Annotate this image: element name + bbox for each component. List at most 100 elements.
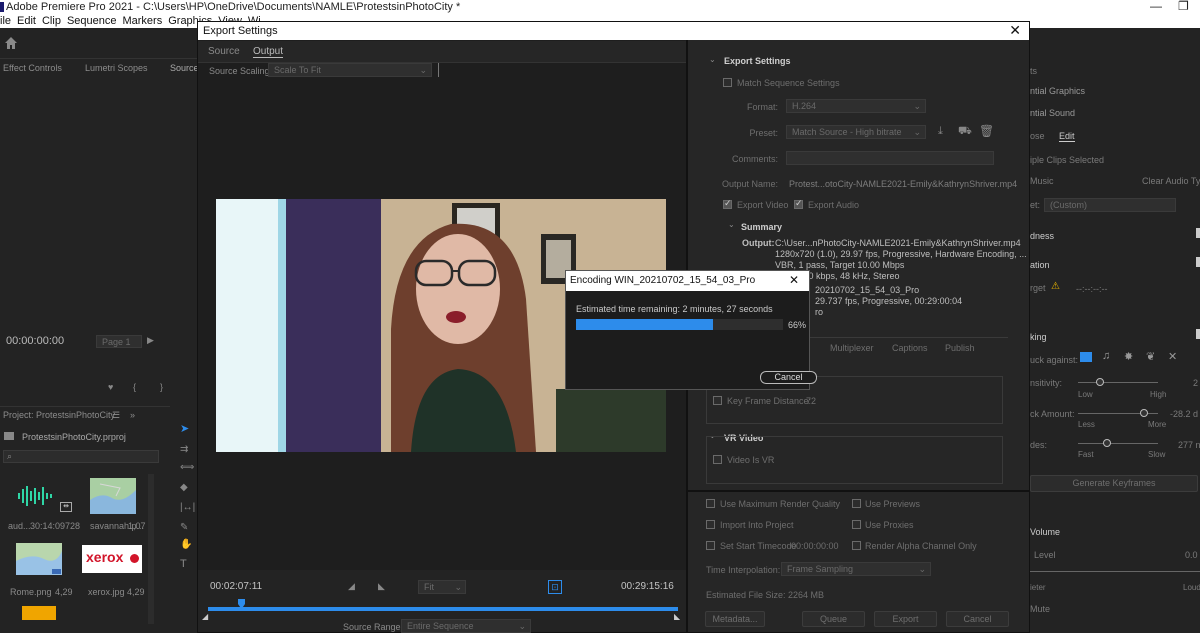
project-search-input[interactable]: ⌕ [3, 450, 159, 463]
chevron-down-icon[interactable]: ⌄ [728, 220, 735, 229]
panel-menu-icon[interactable]: ☰ [112, 410, 120, 421]
tab-output[interactable]: Output [253, 46, 284, 58]
map-thumbnail[interactable] [16, 543, 62, 575]
loudness-checkbox[interactable] [1196, 228, 1200, 238]
aspect-ratio-icon[interactable]: ⊡ [548, 580, 562, 594]
export-settings-header[interactable]: Export Settings [724, 56, 791, 66]
essential-sound-tab[interactable]: ntial Sound [1030, 108, 1075, 118]
repair-checkbox[interactable] [1196, 257, 1200, 267]
tab-source[interactable]: Source [170, 63, 199, 73]
source-scaling-dropdown[interactable]: Scale To Fit ⌄ [268, 63, 432, 77]
track-select-icon[interactable]: ⇉ [180, 444, 188, 455]
clip-volume-section[interactable]: Volume [1030, 527, 1060, 537]
menu-clip[interactable]: Clip [42, 15, 61, 27]
source-timecode[interactable]: 00:00:00:00 [6, 335, 64, 347]
loudness-section[interactable]: dness [1030, 231, 1054, 241]
summary-header[interactable]: Summary [741, 222, 782, 232]
tab-effect-controls[interactable]: Effect Controls [3, 63, 62, 73]
match-sequence-checkbox[interactable] [723, 78, 732, 87]
browse-tab[interactable]: ose [1030, 131, 1045, 141]
pen-tool-icon[interactable]: ✎ [180, 522, 188, 533]
cancel-button[interactable]: Cancel [946, 611, 1009, 627]
mute-label[interactable]: Mute [1030, 604, 1050, 614]
dialog-close-button[interactable]: ✕ [1009, 22, 1021, 39]
menu-markers[interactable]: Markers [122, 15, 162, 27]
menu-file[interactable]: ile [0, 15, 11, 27]
output-name-link[interactable]: Protest...otoCity-NAMLE2021-Emily&Kathry… [789, 179, 1017, 189]
video-is-vr-checkbox[interactable] [713, 455, 722, 464]
tab-publish[interactable]: Publish [945, 343, 975, 353]
in-marker-icon[interactable]: ◢ [202, 612, 208, 621]
menu-sequence[interactable]: Sequence [67, 15, 117, 27]
level-slider[interactable] [1030, 571, 1200, 572]
sensitivity-handle[interactable] [1096, 378, 1104, 386]
slip-tool-icon[interactable]: |↔| [180, 502, 195, 513]
metadata-button[interactable]: Metadata... [705, 611, 765, 627]
edit-tab[interactable]: Edit [1059, 131, 1075, 142]
tab-multiplexer[interactable]: Multiplexer [830, 343, 874, 353]
use-proxies-checkbox[interactable] [852, 520, 861, 529]
tab-captions[interactable]: Captions [892, 343, 928, 353]
tab-lumetri-scopes[interactable]: Lumetri Scopes [85, 63, 148, 73]
import-preset-icon[interactable]: ⛟ [958, 125, 972, 139]
source-range-bar[interactable] [208, 607, 678, 611]
tab-source[interactable]: Source [208, 46, 240, 57]
hand-tool-icon[interactable]: ✋ [180, 539, 192, 550]
fit-dropdown[interactable]: Fit ⌄ [418, 580, 466, 594]
preset-dropdown[interactable]: (Custom) [1044, 198, 1176, 212]
in-point-icon[interactable]: { [133, 382, 136, 392]
import-project-checkbox[interactable] [706, 520, 715, 529]
ambience-icon[interactable]: ❦ [1146, 350, 1155, 363]
xerox-thumbnail[interactable]: xerox [82, 545, 142, 573]
render-alpha-checkbox[interactable] [852, 541, 861, 550]
source-range-dropdown[interactable]: Entire Sequence ⌄ [401, 619, 531, 633]
playhead-icon[interactable] [238, 599, 245, 609]
project-scrollbar[interactable] [148, 474, 154, 624]
ducking-checkbox[interactable] [1196, 329, 1200, 339]
panel-expand-icon[interactable]: » [130, 410, 135, 420]
essential-graphics-tab[interactable]: ntial Graphics [1030, 86, 1085, 96]
ripple-edit-icon[interactable]: ⟺ [180, 462, 194, 473]
play-icon[interactable]: ▶ [147, 335, 154, 346]
start-timecode-value[interactable]: 00:00:00:00 [791, 541, 839, 551]
start-timecode-checkbox[interactable] [706, 541, 715, 550]
export-video-checkbox[interactable] [723, 198, 732, 209]
sensitivity-slider[interactable] [1078, 382, 1158, 383]
chevron-down-icon[interactable]: ⌄ [709, 55, 716, 64]
time-interpolation-dropdown[interactable]: Frame Sampling ⌄ [781, 562, 931, 576]
thumbnail[interactable] [22, 606, 56, 620]
encoding-cancel-button[interactable]: Cancel [760, 371, 817, 384]
menu-edit[interactable]: Edit [17, 15, 36, 27]
comments-input[interactable] [786, 151, 994, 165]
razor-tool-icon[interactable]: ◆ [180, 482, 188, 493]
save-preset-icon[interactable]: ⤓ [938, 125, 943, 138]
out-marker-icon[interactable]: ◣ [674, 612, 680, 621]
use-previews-checkbox[interactable] [852, 499, 861, 508]
marker-icon[interactable]: ♥ [108, 382, 113, 392]
minimize-button[interactable]: — [1150, 0, 1162, 14]
unassigned-icon[interactable]: ✕ [1168, 350, 1177, 363]
selection-tool-icon[interactable]: ➤ [180, 422, 189, 435]
repair-section[interactable]: ation [1030, 260, 1050, 270]
key-frame-value[interactable]: 72 [806, 396, 816, 406]
restore-button[interactable]: ❐ [1178, 0, 1189, 14]
set-out-icon[interactable]: ◣ [378, 581, 385, 592]
fades-slider[interactable] [1078, 443, 1158, 444]
generate-keyframes-button[interactable]: Generate Keyframes [1030, 475, 1198, 492]
duck-amount-handle[interactable] [1140, 409, 1148, 417]
out-point-icon[interactable]: } [160, 382, 163, 392]
ducking-section[interactable]: king [1030, 332, 1047, 342]
sfx-icon[interactable]: ✸ [1124, 350, 1133, 363]
key-frame-checkbox[interactable] [713, 396, 722, 405]
encoding-close-button[interactable]: ✕ [789, 273, 799, 287]
panel-tab[interactable]: ts [1030, 66, 1037, 76]
fades-handle[interactable] [1103, 439, 1111, 447]
clear-audio-type-button[interactable]: Clear Audio Typ [1142, 176, 1200, 186]
export-button[interactable]: Export [874, 611, 937, 627]
max-render-checkbox[interactable] [706, 499, 715, 508]
delete-preset-icon[interactable]: 🗑 [979, 124, 994, 138]
time-in[interactable]: 00:02:07:11 [210, 581, 262, 592]
home-icon[interactable] [4, 36, 18, 50]
preset-dropdown[interactable]: Match Source - High bitrate ⌄ [786, 125, 926, 139]
export-audio-checkbox[interactable] [794, 198, 803, 209]
